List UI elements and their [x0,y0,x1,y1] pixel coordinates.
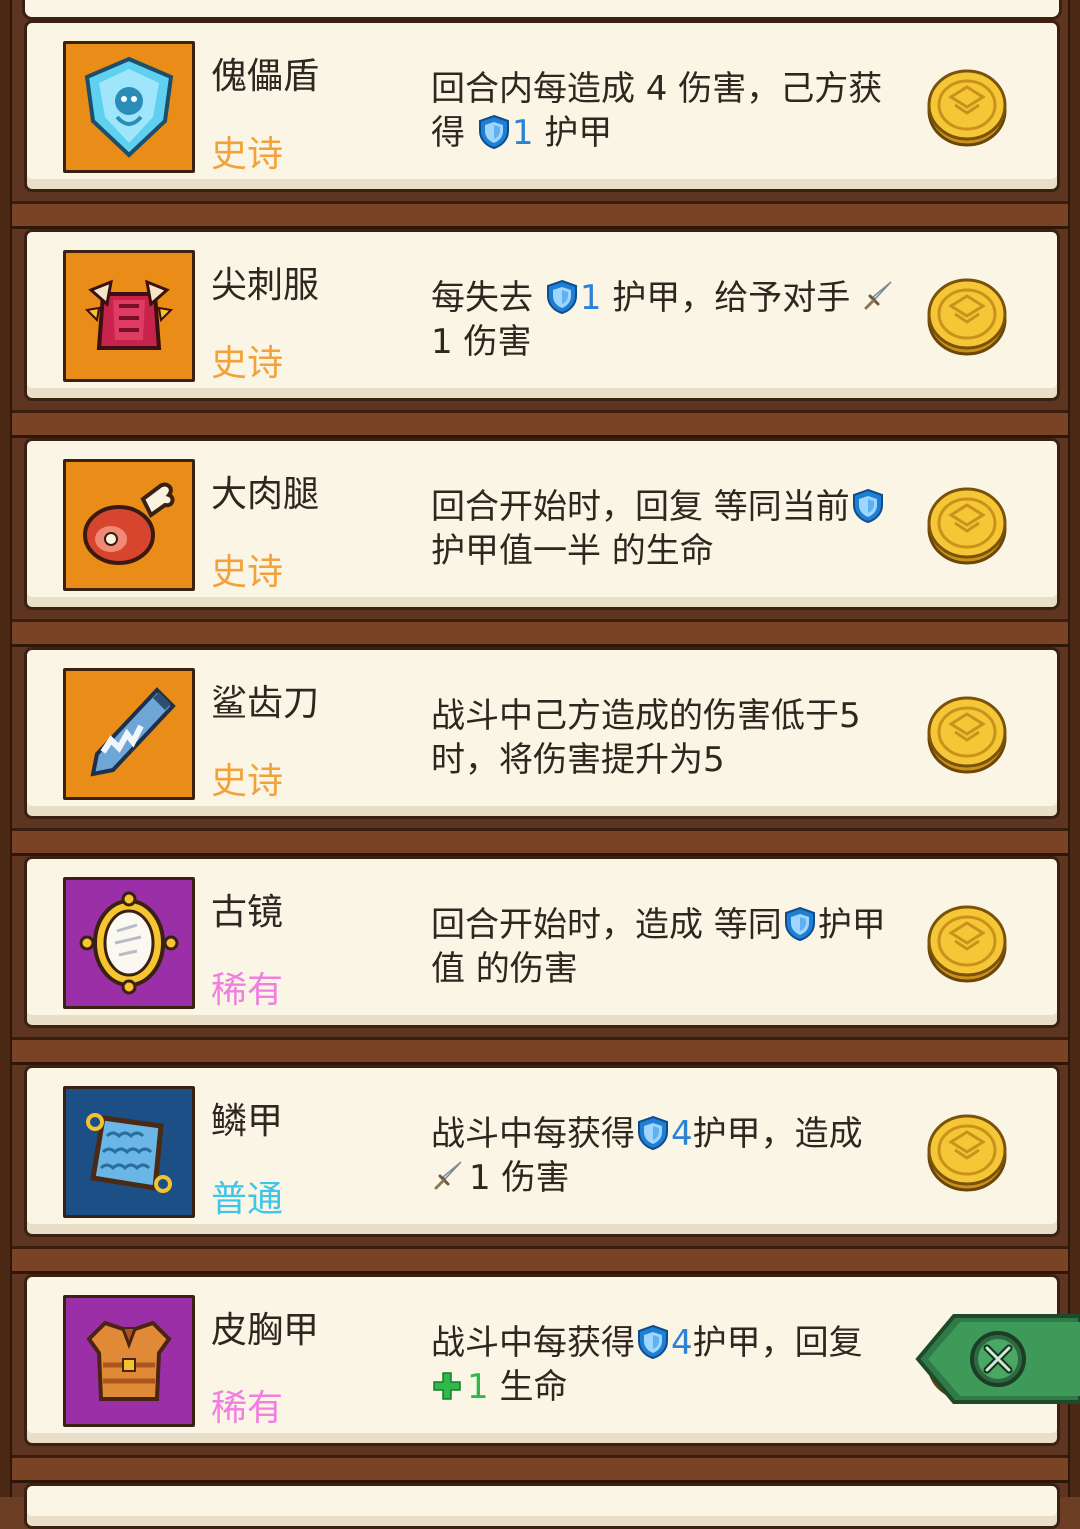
item-name: 鲨齿刀 [211,683,320,724]
item-row[interactable]: 尖刺服史诗 每失去 1 护甲，给予对手 1 伤害 [12,229,1068,438]
item-card[interactable]: 尖刺服史诗 每失去 1 护甲，给予对手 1 伤害 [24,229,1060,401]
shelf-rail-left [0,0,12,1497]
heal-plus-icon [431,1369,463,1401]
item-card[interactable]: 鳞甲普通 战斗中每获得 4护甲，造成 1 伤害 [24,1065,1060,1237]
shelf-rail-right [1068,0,1080,1497]
item-name: 大肉腿 [211,474,320,515]
description-text: 护甲，给予对手 [601,278,862,318]
item-description: 回合内每造成 4 伤害，己方获得 1 护甲 [431,67,901,155]
armor-shield-icon [635,1324,671,1360]
previous-item-card-edge [22,0,1062,20]
item-row[interactable]: 鲨齿刀史诗 战斗中己方造成的伤害低于5时，将伤害提升为5 [12,647,1068,856]
item-rarity: 史诗 [211,552,284,593]
item-rarity: 史诗 [211,761,284,802]
meat-leg-icon [63,459,195,591]
armor-amount: 4 [671,1323,693,1363]
item-row[interactable]: 古镜稀有 回合开始时，造成 等同 护甲值 的伤害 [12,856,1068,1065]
gold-coin-icon[interactable] [925,1110,1009,1194]
armor-amount: 4 [671,1114,693,1154]
puppet-shield-icon [63,41,195,173]
description-text: 护甲 [533,113,613,153]
close-icon [915,1314,1080,1404]
item-row[interactable]: 傀儡盾史诗 回合内每造成 4 伤害，己方获得 1 护甲 [12,20,1068,229]
description-text: 回合开始时，回复 等同当前 [431,487,850,527]
item-card[interactable]: 傀儡盾史诗 回合内每造成 4 伤害，己方获得 1 护甲 [24,20,1060,192]
item-card[interactable]: 鲨齿刀史诗 战斗中己方造成的伤害低于5时，将伤害提升为5 [24,647,1060,819]
description-text: 护甲，造成 [692,1114,863,1154]
item-rarity: 稀有 [211,1388,284,1429]
shelf-plank [12,1455,1068,1483]
item-card[interactable]: 皮胸甲稀有 战斗中每获得 4护甲，回复 1 生命 [24,1274,1060,1446]
item-name: 鳞甲 [211,1101,284,1142]
description-text: 1 伤害 [469,1158,570,1198]
gold-coin-icon[interactable] [925,483,1009,567]
description-text: 生命 [488,1367,568,1407]
item-rarity: 普通 [211,1179,284,1220]
leather-chestplate-icon [63,1295,195,1427]
description-text: 战斗中己方造成的伤害低于5时，将伤害提升为5 [431,696,861,780]
item-name: 傀儡盾 [211,56,320,97]
item-row[interactable]: 皮胸甲稀有 战斗中每获得 4护甲，回复 1 生命 [12,1274,1068,1483]
close-button[interactable] [914,1312,1080,1406]
armor-shield-icon [782,906,818,942]
description-text: 护甲，回复 [692,1323,863,1363]
damage-sword-icon [431,1159,465,1193]
item-row[interactable]: 大肉腿史诗 回合开始时，回复 等同当前护甲值一半 的生命 [12,438,1068,647]
description-text: 战斗中每获得 [431,1323,635,1363]
item-description: 战斗中己方造成的伤害低于5时，将伤害提升为5 [431,694,901,782]
shelf-plank [12,828,1068,856]
item-description: 每失去 1 护甲，给予对手 1 伤害 [431,276,901,364]
item-description: 战斗中每获得 4护甲，造成 1 伤害 [431,1112,901,1200]
shark-blade-icon [63,668,195,800]
description-text: 护甲值一半 的生命 [431,531,714,571]
description-text: 回合开始时，造成 等同 [431,905,782,945]
armor-shield-icon [544,279,580,315]
item-card[interactable]: 古镜稀有 回合开始时，造成 等同 护甲值 的伤害 [24,856,1060,1028]
item-rarity: 史诗 [211,134,284,175]
gold-coin-icon[interactable] [925,65,1009,149]
armor-shield-icon [850,488,886,524]
item-name: 古镜 [211,892,284,933]
item-card[interactable]: 大肉腿史诗 回合开始时，回复 等同当前护甲值一半 的生命 [24,438,1060,610]
description-text: 战斗中每获得 [431,1114,635,1154]
description-text: 每失去 [431,278,544,318]
gold-coin-icon[interactable] [925,274,1009,358]
gold-coin-icon[interactable] [925,692,1009,776]
armor-shield-icon [476,114,512,150]
item-name: 皮胸甲 [211,1310,320,1351]
next-item-card-edge [24,1483,1060,1529]
heal-amount: 1 [467,1367,489,1407]
gold-coin-icon[interactable] [925,901,1009,985]
shelf-plank [12,1246,1068,1274]
item-description: 回合开始时，回复 等同当前护甲值一半 的生命 [431,485,901,573]
armor-shield-icon [635,1115,671,1151]
item-row[interactable]: 鳞甲普通 战斗中每获得 4护甲，造成 1 伤害 [12,1065,1068,1274]
armor-amount: 1 [579,278,602,318]
scale-armor-icon [63,1086,195,1218]
shelf-plank [12,1037,1068,1065]
spiked-armor-icon [63,250,195,382]
damage-sword-icon [861,279,895,313]
shelf-plank [12,619,1068,647]
item-description: 回合开始时，造成 等同 护甲值 的伤害 [431,903,901,991]
item-description: 战斗中每获得 4护甲，回复 1 生命 [431,1321,901,1409]
item-name: 尖刺服 [211,265,320,306]
item-rarity: 史诗 [211,343,284,384]
ancient-mirror-icon [63,877,195,1009]
description-text: 1 伤害 [431,322,532,362]
shelf-plank [12,201,1068,229]
shelf-plank [12,410,1068,438]
armor-amount: 1 [511,113,534,153]
item-rarity: 稀有 [211,970,284,1011]
